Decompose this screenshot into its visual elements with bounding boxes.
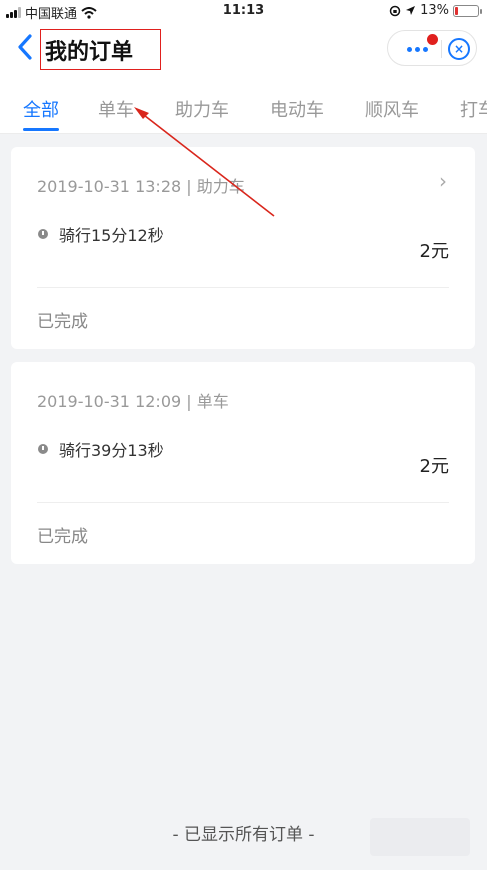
tab-taxi[interactable]: 打车 bbox=[460, 96, 487, 122]
nav-bar: 我的订单 × bbox=[0, 22, 487, 76]
order-status: 已完成 bbox=[37, 312, 88, 332]
ride-duration: 骑行15分12秒 bbox=[59, 226, 164, 245]
watermark-blur bbox=[370, 818, 470, 856]
tab-electric[interactable]: 电动车 bbox=[270, 96, 324, 122]
close-circle-icon[interactable]: × bbox=[448, 38, 470, 60]
order-status: 已完成 bbox=[37, 527, 88, 547]
order-price: 2元 bbox=[419, 456, 449, 477]
battery-icon bbox=[453, 4, 482, 17]
order-card[interactable]: 2019-10-31 13:28 | 助力车 › 骑行15分12秒 2元 已完成 bbox=[11, 147, 475, 349]
clock-icon bbox=[38, 444, 48, 454]
status-right: 13% bbox=[389, 3, 482, 18]
order-meta: 2019-10-31 13:28 | 助力车 bbox=[37, 177, 245, 196]
order-tabs: 全部 单车 助力车 电动车 顺风车 打车 bbox=[0, 76, 487, 134]
order-price: 2元 bbox=[419, 241, 449, 262]
title-highlight-box: 我的订单 bbox=[40, 29, 161, 70]
tab-bike[interactable]: 单车 bbox=[98, 96, 134, 122]
chevron-left-icon bbox=[18, 34, 32, 60]
battery-fill bbox=[455, 6, 458, 15]
order-card[interactable]: 2019-10-31 12:09 | 单车 骑行39分13秒 2元 已完成 bbox=[11, 362, 475, 564]
status-bar: 中国联通 11:13 13% bbox=[0, 0, 487, 22]
clock-icon bbox=[38, 229, 48, 239]
location-icon bbox=[406, 6, 416, 15]
order-meta: 2019-10-31 12:09 | 单车 bbox=[37, 392, 229, 411]
card-divider bbox=[37, 287, 449, 288]
tab-ebike-assist[interactable]: 助力车 bbox=[175, 96, 229, 122]
more-dots-icon bbox=[406, 46, 428, 52]
capsule-divider bbox=[441, 40, 442, 58]
card-divider bbox=[37, 502, 449, 503]
tab-active-indicator bbox=[23, 128, 59, 131]
chevron-right-icon: › bbox=[439, 169, 447, 193]
battery-percent: 13% bbox=[420, 3, 449, 18]
back-button[interactable] bbox=[14, 32, 40, 64]
mini-program-capsule: × bbox=[387, 30, 477, 66]
page-title: 我的订单 bbox=[45, 40, 134, 65]
tab-all[interactable]: 全部 bbox=[23, 96, 59, 122]
tab-carpool[interactable]: 顺风车 bbox=[365, 96, 419, 122]
lock-rotation-icon bbox=[389, 5, 401, 16]
notification-dot bbox=[427, 34, 438, 45]
ride-duration: 骑行39分13秒 bbox=[59, 441, 164, 460]
